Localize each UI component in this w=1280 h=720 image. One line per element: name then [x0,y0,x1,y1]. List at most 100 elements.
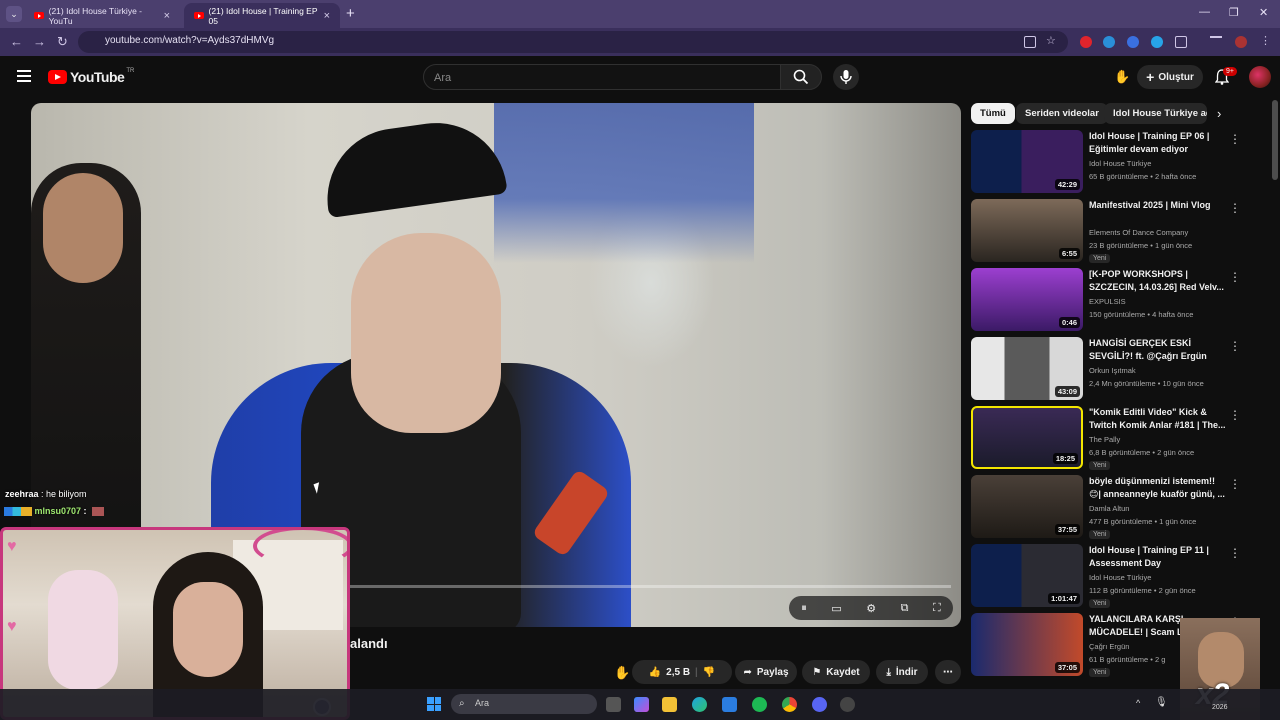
tab-title: (21) Idol House Türkiye - YouTu [48,5,142,26]
audio-extension-icon[interactable] [1127,36,1139,48]
reload-icon[interactable]: ↻ [57,34,68,50]
menu-icon[interactable] [17,70,31,82]
video-thumbnail[interactable]: 6:55 [971,199,1083,262]
chip-all[interactable]: Tümü [971,103,1015,124]
channel-name[interactable]: The Pally [1089,435,1120,444]
recommendation-title[interactable]: Idol House | Training EP 06 | Eğitimler … [1089,130,1227,156]
cast-icon[interactable] [1024,36,1036,48]
more-options-icon[interactable]: ⋮ [1229,546,1241,560]
fullscreen-icon[interactable]: ⛶ [933,602,941,615]
save-button[interactable]: ⚑ Kaydet [802,660,870,684]
profile-avatar[interactable] [1235,36,1247,48]
ai-sparkle-icon[interactable]: ✋ [614,665,630,681]
video-thumbnail[interactable]: 43:09 [971,337,1083,400]
taskbar-search-input[interactable]: Ara [451,694,597,714]
search-input[interactable]: Ara [423,64,781,90]
more-options-icon[interactable]: ⋮ [1229,132,1241,146]
taskbar-clock[interactable]: 2026 [1212,704,1228,711]
channel-name[interactable]: EXPULSIS [1089,297,1126,306]
close-tab-icon[interactable]: × [324,10,330,22]
show-hidden-icons-chevron-icon[interactable]: ^ [1136,698,1140,708]
recommendation-item[interactable]: 37:55 böyle düşünmenizi istemem!! 😊| anne… [971,475,1261,541]
settings-gear-icon[interactable]: ⚙ [866,602,876,615]
restore-icon[interactable]: ❐ [1229,6,1239,19]
tv-gesture-icon[interactable]: ✋ [1114,69,1130,85]
scrollbar[interactable] [1272,100,1278,180]
extension-icon[interactable] [1080,36,1092,48]
channel-name[interactable]: Orkun Işıtmak [1089,366,1136,375]
recommendation-title[interactable]: Manifestival 2025 | Mini Vlog [1089,199,1227,212]
recommendation-title[interactable]: böyle düşünmenizi istemem!! 😊| anneanney… [1089,475,1227,501]
more-options-icon[interactable]: ⋮ [1229,201,1241,215]
chip-channel[interactable]: Idol House Türkiye ad [1104,103,1207,124]
more-options-icon[interactable]: ⋮ [1229,477,1241,491]
video-thumbnail[interactable]: 42:29 [971,130,1083,193]
reading-list-icon[interactable] [1210,36,1222,48]
chrome-icon[interactable] [782,697,797,712]
file-explorer-icon[interactable] [662,697,677,712]
account-avatar[interactable] [1249,66,1271,88]
copilot-icon[interactable] [634,697,649,712]
vpn-extension-icon[interactable] [1151,36,1163,48]
channel-name[interactable]: Çağrı Ergün [1089,642,1129,651]
more-options-icon[interactable]: ⋮ [1229,270,1241,284]
more-options-icon[interactable]: ⋮ [1229,408,1241,422]
thumbs-down-icon[interactable]: 👎 [703,667,715,678]
windows-start-icon[interactable] [427,697,441,711]
close-tab-icon[interactable]: × [164,10,170,22]
channel-name[interactable]: Elements Of Dance Company [1089,228,1188,237]
recommendation-item[interactable]: 43:09 HANGİSİ GERÇEK ESKİ SEVGİLİ?! ft. @… [971,337,1261,403]
channel-name[interactable]: Idol House Türkiye [1089,159,1151,168]
browser-tab-active[interactable]: (21) Idol House | Training EP 05 × [184,3,340,28]
spotify-icon[interactable] [752,697,767,712]
youtube-logo[interactable]: YouTube TR [48,68,134,85]
recommendation-title[interactable]: HANGİSİ GERÇEK ESKİ SEVGİLİ?! ft. @Çağrı… [1089,337,1227,363]
recommendation-item[interactable]: 1:01:47 Idol House | Training EP 11 | Ass… [971,544,1261,610]
download-button[interactable]: ⤓ İndir [876,660,928,684]
subtitles-icon[interactable]: ▭ [831,602,841,615]
pause-icon[interactable]: ⏸ [801,602,807,615]
chip-series[interactable]: Seriden videolar [1016,103,1108,124]
recommendation-title[interactable]: "Komik Editli Video" Kick & Twitch Komik… [1089,406,1227,432]
discord-icon[interactable] [812,697,827,712]
translate-extension-icon[interactable] [1103,36,1115,48]
edge-icon[interactable] [692,697,707,712]
back-icon[interactable]: ← [10,34,23,49]
youtube-play-icon [48,70,67,84]
video-thumbnail[interactable]: 0:46 [971,268,1083,331]
browser-menu-icon[interactable]: ⋮ [1260,34,1272,47]
miniplayer-icon[interactable]: ⧉ [901,602,909,615]
microphone-tray-icon[interactable]: 🎙 [1155,697,1168,708]
chevron-right-icon[interactable]: › [1217,106,1221,121]
close-window-icon[interactable]: ✕ [1259,6,1268,19]
recommendation-title[interactable]: Idol House | Training EP 11 | Assessment… [1089,544,1227,570]
recommendation-item[interactable]: 18:25 "Komik Editli Video" Kick & Twitch … [971,406,1261,472]
search-button[interactable] [780,64,822,90]
channel-name[interactable]: Damla Altun [1089,504,1129,513]
bookmark-star-icon[interactable]: ☆ [1046,34,1058,47]
recommendation-title[interactable]: [K-POP WORKSHOPS | SZCZECIN, 14.03.26] R… [1089,268,1227,294]
store-icon[interactable] [722,697,737,712]
video-thumbnail[interactable]: 37:55 [971,475,1083,538]
recommendation-item[interactable]: 6:55 Manifestival 2025 | Mini Vlog Element… [971,199,1261,265]
channel-name[interactable]: Idol House Türkiye [1089,573,1151,582]
voice-search-button[interactable] [833,64,859,90]
forward-icon[interactable]: → [33,34,46,49]
video-thumbnail[interactable]: 18:25 [971,406,1083,469]
app-icon[interactable] [840,697,855,712]
tab-search-button[interactable]: ⌄ [6,6,22,22]
share-button[interactable]: ➦ Paylaş [735,660,797,684]
task-view-icon[interactable] [606,697,621,712]
create-button[interactable]: + Oluştur [1137,65,1203,89]
video-thumbnail[interactable]: 37:05 [971,613,1083,676]
minimize-icon[interactable]: — [1199,6,1210,18]
extensions-puzzle-icon[interactable] [1175,36,1187,48]
more-options-icon[interactable]: ⋮ [1229,339,1241,353]
recommendation-item[interactable]: 0:46 [K-POP WORKSHOPS | SZCZECIN, 14.03.2… [971,268,1261,334]
like-button[interactable]: 👍 2,5 B | 👎 [632,660,732,684]
browser-tab[interactable]: (21) Idol House Türkiye - YouTu × [24,3,180,28]
more-actions-button[interactable]: ⋯ [935,660,961,684]
recommendation-item[interactable]: 42:29 Idol House | Training EP 06 | Eğiti… [971,130,1261,196]
video-thumbnail[interactable]: 1:01:47 [971,544,1083,607]
new-tab-button[interactable]: + [346,5,355,22]
